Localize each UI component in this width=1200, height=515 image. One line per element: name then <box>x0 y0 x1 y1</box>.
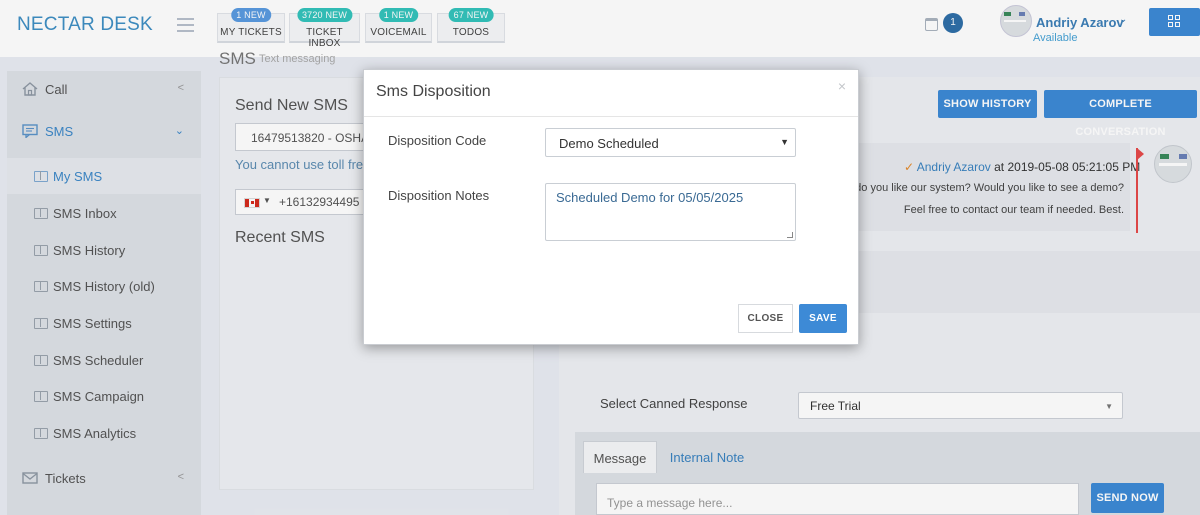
disposition-code-select[interactable]: Demo Scheduled ▼ <box>545 128 796 157</box>
close-button[interactable]: CLOSE <box>738 304 793 333</box>
disposition-notes-label: Disposition Notes <box>388 188 490 203</box>
close-icon[interactable]: × <box>838 78 846 94</box>
modal-title: Sms Disposition <box>376 83 491 100</box>
modal-divider <box>364 116 858 117</box>
save-button[interactable]: SAVE <box>799 304 847 333</box>
disposition-notes-value: Scheduled Demo for 05/05/2025 <box>556 190 744 205</box>
disposition-code-label: Disposition Code <box>388 133 487 148</box>
sms-disposition-modal: Sms Disposition × Disposition Code Demo … <box>363 69 859 345</box>
resize-handle-icon[interactable] <box>787 232 793 238</box>
disposition-code-value: Demo Scheduled <box>559 136 659 151</box>
caret-down-icon: ▼ <box>780 137 789 147</box>
disposition-notes-textarea[interactable]: Scheduled Demo for 05/05/2025 <box>545 183 796 241</box>
